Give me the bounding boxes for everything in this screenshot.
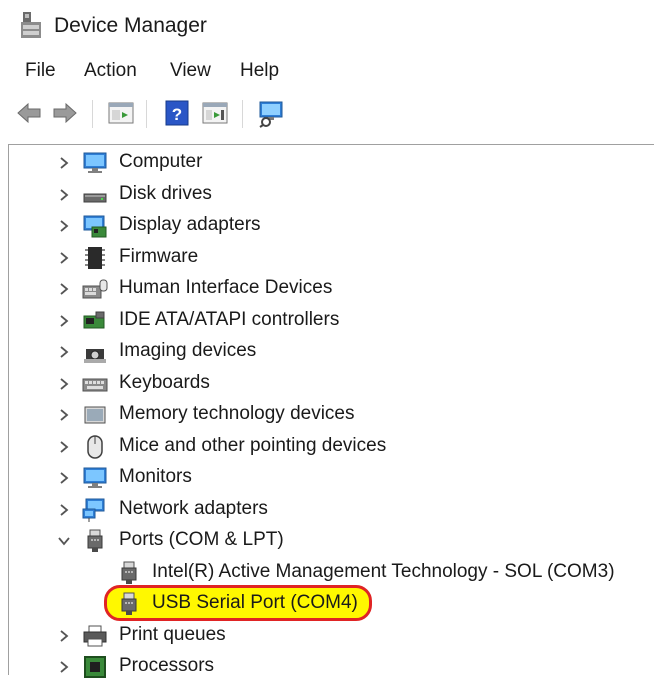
title-bar: Device Manager [0, 0, 654, 52]
memory-device-icon [84, 406, 106, 424]
tree-category-mice-and-other-pointing-devices[interactable]: Mice and other pointing devices [0, 432, 654, 462]
tree-category-keyboards[interactable]: Keyboards [0, 369, 654, 399]
svg-text:?: ? [172, 105, 182, 124]
mouse-icon [87, 435, 103, 459]
tree-item-label: Network adapters [119, 498, 268, 519]
help-icon[interactable]: ? [162, 98, 192, 128]
chevron-right-icon[interactable] [56, 218, 72, 234]
tree-category-display-adapters[interactable]: Display adapters [0, 211, 654, 241]
processor-icon [84, 656, 106, 678]
toolbar-separator [242, 100, 243, 128]
tree-item-label: Intel(R) Active Management Technology - … [152, 561, 615, 582]
tree-item-label: Monitors [119, 466, 192, 487]
tree-item-label: Processors [119, 655, 215, 676]
scan-hardware-icon[interactable] [256, 98, 286, 128]
chevron-right-icon[interactable] [56, 628, 72, 644]
toolbar: ? [8, 96, 652, 132]
tree-device-usb-serial-port-com4[interactable]: USB Serial Port (COM4) [0, 589, 654, 619]
chevron-right-icon[interactable] [56, 659, 72, 675]
menu-help[interactable]: Help [240, 60, 279, 82]
tree-category-print-queues[interactable]: Print queues [0, 621, 654, 651]
chevron-right-icon[interactable] [56, 439, 72, 455]
tree-item-label: Computer [119, 151, 203, 172]
chevron-right-icon[interactable] [56, 155, 72, 171]
tree-category-monitors[interactable]: Monitors [0, 463, 654, 493]
chevron-right-icon[interactable] [56, 187, 72, 203]
tree-item-label: Memory technology devices [119, 403, 355, 424]
update-driver-icon[interactable] [200, 98, 230, 128]
tree-category-imaging-devices[interactable]: Imaging devices [0, 337, 654, 367]
tree-device-intel-r-active-management-technology-sol-com3[interactable]: Intel(R) Active Management Technology - … [0, 558, 654, 588]
tree-item-label: IDE ATA/ATAPI controllers [119, 309, 340, 330]
menu-bar: File Action View Help [0, 58, 654, 88]
disk-drive-icon [83, 193, 107, 203]
menu-view[interactable]: View [170, 60, 211, 82]
chevron-right-icon[interactable] [56, 470, 72, 486]
tree-category-processors[interactable]: Processors [0, 652, 654, 682]
hid-icon [82, 279, 108, 299]
keyboard-icon [82, 378, 108, 392]
port-icon [87, 529, 103, 552]
menu-file[interactable]: File [25, 60, 56, 82]
chevron-right-icon[interactable] [56, 407, 72, 423]
display-adapter-icon [83, 215, 107, 238]
tree-category-ports-com-lpt[interactable]: Ports (COM & LPT) [0, 526, 654, 556]
tree-category-computer[interactable]: Computer [0, 148, 654, 178]
tree-item-label: Ports (COM & LPT) [119, 529, 284, 550]
tree-category-disk-drives[interactable]: Disk drives [0, 180, 654, 210]
tree-item-label: Display adapters [119, 214, 261, 235]
tree-category-network-adapters[interactable]: Network adapters [0, 495, 654, 525]
network-adapter-icon [82, 498, 105, 522]
tree-item-label: Human Interface Devices [119, 277, 333, 298]
monitor-icon [83, 467, 107, 488]
chevron-right-icon[interactable] [56, 281, 72, 297]
chevron-right-icon[interactable] [56, 502, 72, 518]
chevron-down-icon[interactable] [56, 533, 72, 549]
tree-category-human-interface-devices[interactable]: Human Interface Devices [0, 274, 654, 304]
window-title: Device Manager [54, 14, 207, 37]
tree-item-label: Print queues [119, 624, 226, 645]
toolbar-separator [146, 100, 147, 128]
tree-item-label: Disk drives [119, 183, 212, 204]
tree-category-memory-technology-devices[interactable]: Memory technology devices [0, 400, 654, 430]
tree-item-label: USB Serial Port (COM4) [152, 592, 358, 613]
tree-item-label: Keyboards [119, 372, 210, 393]
back-arrow-icon[interactable] [14, 98, 44, 128]
chevron-right-icon[interactable] [56, 250, 72, 266]
computer-icon [83, 152, 107, 173]
tree-item-label: Mice and other pointing devices [119, 435, 387, 456]
ide-controller-icon [83, 311, 105, 329]
toolbar-separator [92, 100, 93, 128]
tree-item-label: Imaging devices [119, 340, 257, 361]
chevron-right-icon[interactable] [56, 376, 72, 392]
printer-icon [83, 625, 107, 647]
firmware-chip-icon [85, 247, 105, 269]
menu-action[interactable]: Action [84, 60, 137, 82]
forward-arrow-icon[interactable] [50, 98, 80, 128]
tree-category-firmware[interactable]: Firmware [0, 243, 654, 273]
chevron-right-icon[interactable] [56, 344, 72, 360]
chevron-right-icon[interactable] [56, 313, 72, 329]
camera-icon [84, 349, 106, 363]
serial-port-icon [121, 561, 137, 584]
properties-icon[interactable] [106, 98, 136, 128]
tree-item-label: Firmware [119, 246, 199, 267]
serial-port-icon [121, 592, 137, 615]
tree-category-ide-ata-atapi-controllers[interactable]: IDE ATA/ATAPI controllers [0, 306, 654, 336]
device-manager-icon [21, 12, 41, 38]
